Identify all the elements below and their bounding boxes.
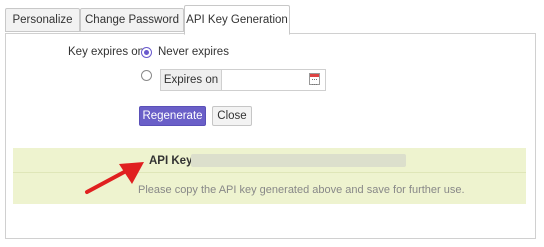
tab-bar: Personalize Change Password API Key Gene…: [0, 5, 544, 35]
red-arrow-icon: [85, 162, 144, 194]
tab-personalize[interactable]: Personalize: [5, 8, 80, 32]
api-key-note: Please copy the API key generated above …: [138, 184, 465, 196]
key-expires-label: Key expires on: [68, 46, 145, 58]
tab-change-password[interactable]: Change Password: [80, 8, 184, 32]
expires-on-radio[interactable]: [141, 70, 152, 81]
tab-api-key-generation[interactable]: API Key Generation: [184, 5, 290, 35]
api-key-value[interactable]: [191, 154, 406, 167]
expires-on-label: Expires on: [161, 70, 222, 90]
never-expires-label[interactable]: Never expires: [158, 46, 229, 58]
expires-on-group: Expires on: [160, 69, 326, 91]
close-button[interactable]: Close: [212, 106, 252, 126]
never-expires-radio[interactable]: [141, 47, 152, 58]
calendar-icon[interactable]: [309, 73, 320, 85]
regenerate-button[interactable]: Regenerate: [139, 106, 206, 126]
expires-on-date-input[interactable]: [222, 70, 306, 90]
api-key-panel: Key expires on Never expires Expires on …: [5, 33, 536, 239]
